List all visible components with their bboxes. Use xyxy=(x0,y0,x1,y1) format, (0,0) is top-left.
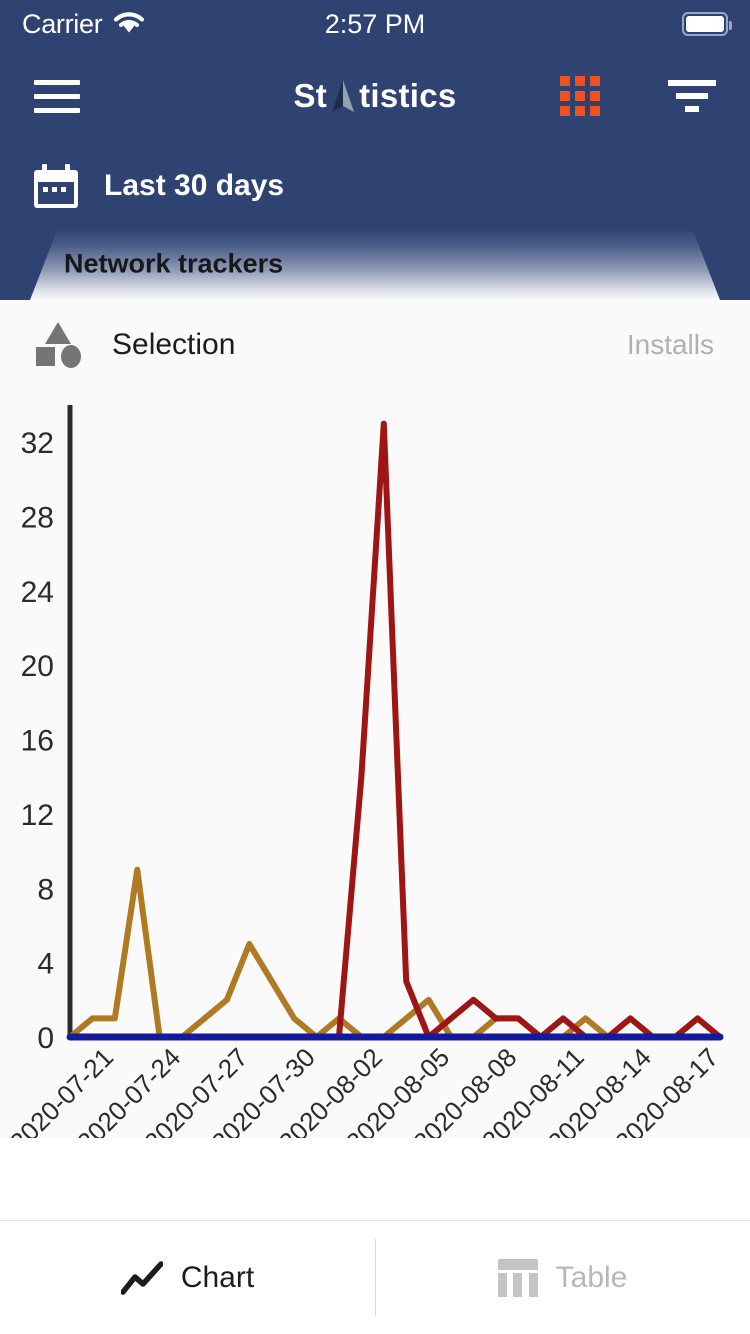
hamburger-menu-icon[interactable] xyxy=(34,79,80,113)
y-axis-tick-label: 20 xyxy=(21,650,54,683)
selection-row: Selection Installs xyxy=(0,300,750,390)
calendar-icon xyxy=(34,164,78,208)
bottom-tab-table-label: Table xyxy=(555,1260,628,1294)
bottom-tab-chart-label: Chart xyxy=(180,1260,255,1294)
y-axis-tick-label: 12 xyxy=(21,799,54,832)
y-axis-tick-label: 28 xyxy=(21,502,54,535)
app-title-prefix: St xyxy=(293,77,328,114)
filter-icon[interactable] xyxy=(668,80,716,112)
tab-network-trackers-label: Network trackers xyxy=(64,248,284,279)
table-icon xyxy=(497,1258,538,1297)
navbar-actions xyxy=(560,76,716,116)
battery-full-icon xyxy=(682,12,732,36)
line-chart-icon xyxy=(120,1260,164,1295)
bottom-tab-chart[interactable]: Chart xyxy=(0,1221,375,1334)
metric-label[interactable]: Installs xyxy=(627,329,714,361)
grid-apps-icon[interactable] xyxy=(560,76,600,116)
content-area: Selection Installs 0 4 8 12 16 20 24 28 32 2020-0… xyxy=(0,300,750,1138)
y-axis-tick-label: 24 xyxy=(21,576,54,609)
chart-series-series-gold xyxy=(67,866,723,1040)
status-bar: Carrier 2:57 PM xyxy=(0,0,750,48)
app-title-suffix: tistics xyxy=(359,77,457,114)
shapes-icon xyxy=(36,322,82,368)
chart-canvas: 0481216202428322020-07-212020-07-242020-… xyxy=(4,405,724,1138)
app-navbar: St tistics xyxy=(0,48,750,144)
y-axis-tick-label: 0 xyxy=(37,1022,54,1055)
bottom-tab-bar: Chart Table xyxy=(0,1220,750,1334)
arrow-logo-icon xyxy=(328,79,358,113)
date-range-bar[interactable]: Last 30 days xyxy=(0,144,750,228)
carrier-label: Carrier xyxy=(22,8,103,39)
y-axis-tick-label: 8 xyxy=(37,873,54,906)
y-axis-tick-label: 4 xyxy=(37,948,54,981)
wifi-icon xyxy=(112,9,146,40)
bottom-tab-table[interactable]: Table xyxy=(375,1221,750,1334)
line-chart[interactable]: 0 4 8 12 16 20 24 28 32 2020-07-21 2020-07-24 2020-… xyxy=(0,390,750,1138)
tab-bar: Network trackers xyxy=(0,228,750,300)
chart-series-series-darkred xyxy=(67,420,723,1040)
y-axis-tick-label: 16 xyxy=(21,725,54,758)
y-axis-tick-label: 32 xyxy=(21,427,54,460)
selection-label[interactable]: Selection xyxy=(112,328,235,362)
date-range-label: Last 30 days xyxy=(104,169,285,202)
status-bar-right xyxy=(682,12,732,36)
status-bar-left: Carrier xyxy=(22,9,146,40)
